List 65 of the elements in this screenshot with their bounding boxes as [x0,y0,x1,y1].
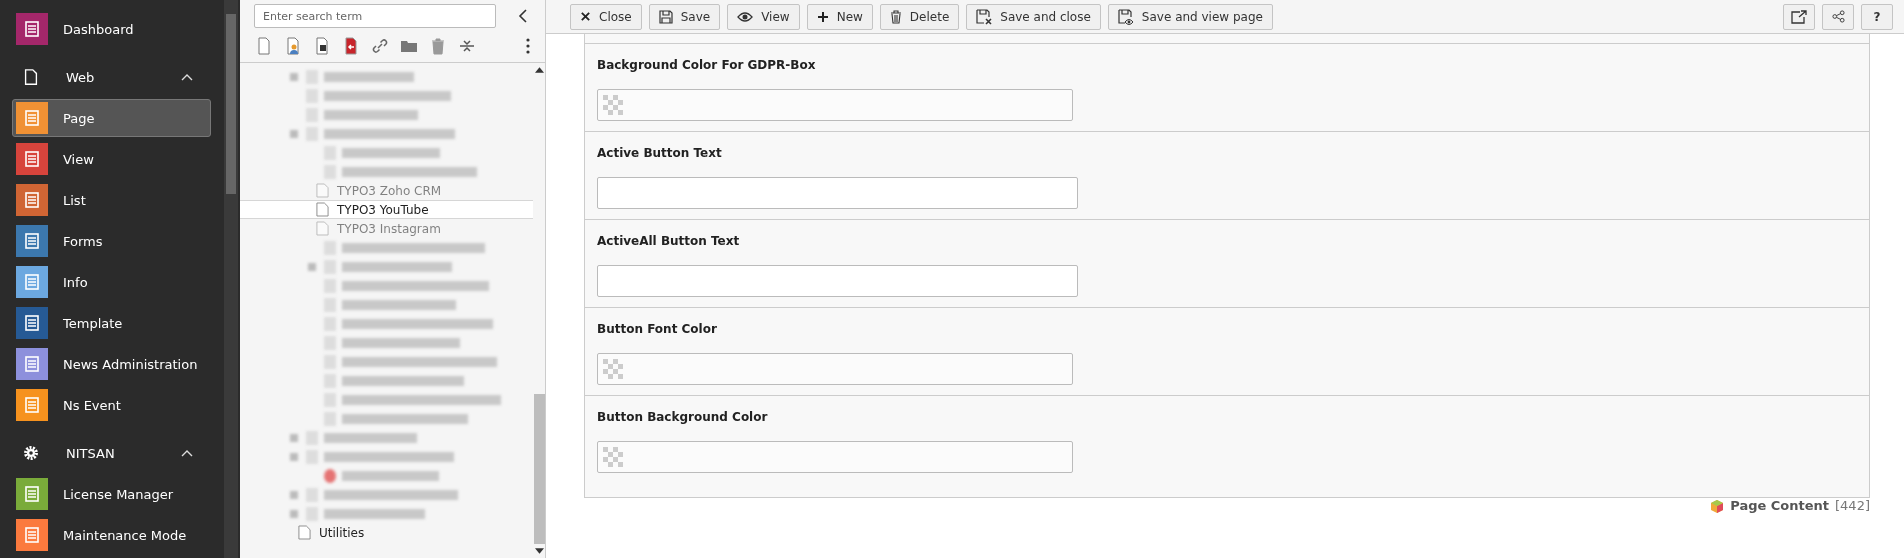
save-icon [658,9,673,24]
toolbar-button[interactable]: Delete [879,3,960,30]
page-tree-item[interactable]: TYPO3 Zoho CRM [240,181,533,200]
module-menu-item[interactable]: View [12,140,211,178]
module-menu-item[interactable]: News Administration [12,345,211,383]
field-label: Button Background Color [597,410,769,426]
field-label: ActiveAll Button Text [597,234,741,250]
page-icon [316,221,329,236]
module-menu-item[interactable]: Dashboard [12,10,211,48]
toolbar-button[interactable]: Save [648,3,721,30]
transparent-swatch-icon [603,447,623,467]
color-input-field[interactable] [597,89,1073,121]
toolbar-button[interactable]: Close [570,3,642,30]
external-link-icon [1791,9,1807,24]
scroll-up-icon[interactable] [534,67,544,73]
toolbar-button[interactable]: View [727,3,800,30]
page-icon [298,525,311,540]
module-menu-item[interactable]: Page [12,99,211,137]
module-menu-item[interactable]: List [12,181,211,219]
field-label: Background Color For GDPR-Box [597,58,817,74]
page-tree-item[interactable]: Utilities [240,523,533,542]
transparent-swatch-icon [603,95,623,115]
field-label: Button Font Color [597,322,718,338]
page-icon [316,202,329,217]
page-tree-item[interactable]: TYPO3 YouTube [240,200,533,219]
module-menu-item[interactable]: License Manager [12,475,211,513]
text-input-field[interactable] [597,177,1078,209]
record-id-label: [442] [1835,498,1870,513]
module-menu-item[interactable]: Maintenance Mode [12,516,211,554]
toolbar-button[interactable]: Save and close [966,3,1101,30]
record-type-label: Page Content [1730,498,1830,513]
link-icon[interactable] [370,36,390,56]
toolbar-button[interactable]: Save and view page [1107,3,1273,30]
open-new-window-button[interactable] [1783,3,1815,30]
module-menu-item[interactable]: Template [12,304,211,342]
close-icon [580,11,591,22]
save-close-icon [976,8,993,25]
module-group-header[interactable]: NITSAN [12,434,211,472]
field-label: Active Button Text [597,146,723,162]
color-input-field[interactable] [597,353,1073,385]
page-icon [316,183,329,198]
save-view-icon [1117,8,1134,25]
more-options-icon[interactable] [525,36,531,56]
help-button[interactable]: ? [1861,3,1893,30]
share-icon [1831,10,1845,23]
text-input-field[interactable] [597,265,1078,297]
module-menu-item[interactable]: Ns Event [12,386,211,424]
toolbar-button[interactable]: New [806,3,873,30]
page-tree-item[interactable]: TYPO3 Instagram [240,219,533,238]
cube-icon [1710,498,1725,513]
collapse-icon[interactable] [518,9,528,23]
transparent-swatch-icon [603,359,623,379]
plus-icon [816,10,829,23]
gear-icon [22,444,40,462]
share-button[interactable] [1822,3,1854,30]
color-input-field[interactable] [597,441,1073,473]
search-field[interactable]: Enter search term [254,4,496,28]
trash-icon [889,9,902,24]
scroll-down-icon[interactable] [534,548,544,554]
scrollbar[interactable] [224,0,238,558]
module-menu-item[interactable]: Info [12,263,211,301]
module-group-header[interactable]: Web [12,58,211,96]
module-menu-item[interactable]: Forms [12,222,211,260]
page-icon [22,68,40,86]
eye-icon [737,11,754,22]
